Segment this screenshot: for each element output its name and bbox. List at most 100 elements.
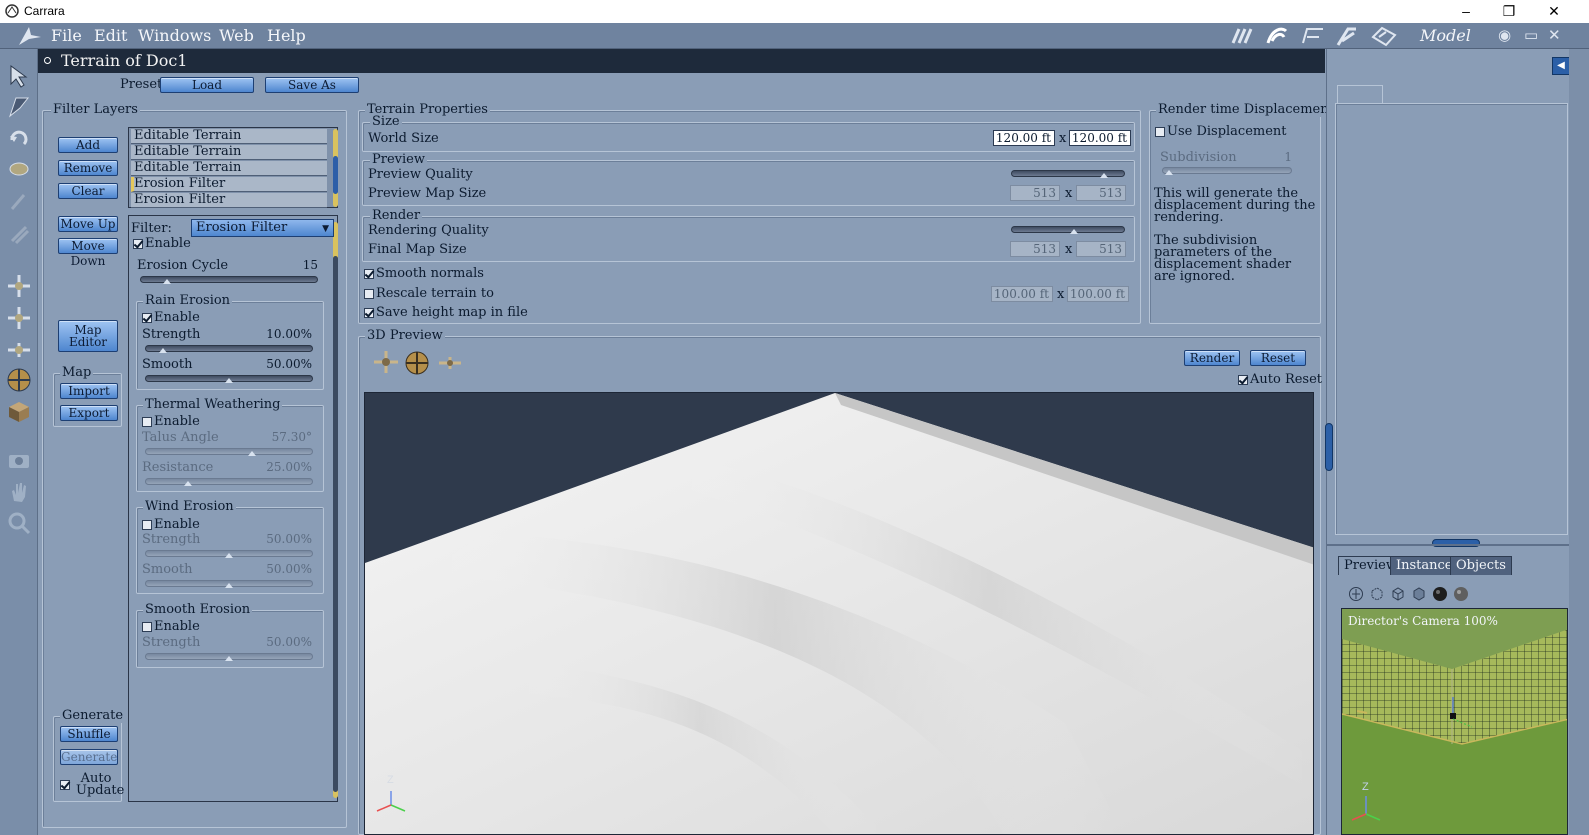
map-import-button[interactable]: Import (60, 383, 118, 399)
sidebar-toggle-icon[interactable]: ◀ (1552, 57, 1570, 75)
maximize-button[interactable]: ❐ (1486, 0, 1532, 23)
terrain-3d-viewport[interactable]: Z (364, 392, 1314, 835)
window-icon[interactable]: ▭ (1524, 26, 1538, 44)
smooth-normals-checkbox[interactable] (364, 269, 374, 279)
preset-save-as-button[interactable]: Save As (265, 77, 359, 93)
generate-button[interactable]: Generate (60, 749, 118, 765)
slider-knob[interactable] (183, 481, 192, 486)
menu-edit[interactable]: Edit (94, 26, 127, 45)
rescale-width-input[interactable]: 100.00 ft (991, 286, 1053, 302)
scale-tool-icon[interactable] (6, 156, 32, 182)
rescale-height-input[interactable]: 100.00 ft (1067, 286, 1129, 302)
hand-pan-icon[interactable] (6, 479, 32, 505)
layer-list-scroll-thumb[interactable] (333, 156, 338, 194)
link-tool-icon[interactable] (6, 189, 32, 215)
auto-reset-checkbox[interactable] (1238, 375, 1248, 385)
rotate-tool-icon[interactable] (6, 126, 32, 152)
tab-objects[interactable]: Objects (1450, 556, 1512, 575)
add-layer-button[interactable]: Add (58, 137, 118, 153)
layer-row-erosion-filter-1[interactable]: Erosion Filter (131, 177, 327, 192)
slider-knob[interactable] (158, 348, 167, 353)
wind-smooth-slider[interactable] (145, 580, 313, 588)
camera-icon[interactable] (6, 447, 32, 473)
map-editor-button[interactable]: Map Editor (58, 320, 118, 352)
panel-collapse-icon[interactable] (44, 57, 51, 64)
preview-map-height-input[interactable]: 513 (1076, 185, 1126, 201)
slider-knob[interactable] (1165, 170, 1173, 175)
filter-enable-checkbox[interactable] (133, 239, 143, 249)
trackball-view-icon[interactable] (404, 350, 430, 376)
room-assemble-icon[interactable] (1229, 25, 1257, 47)
wireframe-icon[interactable] (1390, 586, 1406, 602)
menu-help[interactable]: Help (267, 26, 306, 45)
filter-settings-scroll-thumb[interactable] (333, 256, 338, 792)
room-render-icon[interactable] (1370, 25, 1398, 47)
shuffle-button[interactable]: Shuffle (60, 726, 118, 742)
eye-icon[interactable]: ◉ (1498, 26, 1511, 44)
scene-preview-viewport[interactable]: Director's Camera 100% Z (1341, 608, 1568, 835)
move-down-button[interactable]: Move Down (58, 238, 118, 268)
flat-shaded-icon[interactable] (1411, 586, 1427, 602)
thermal-enable-checkbox[interactable] (142, 417, 152, 427)
smooth-strength-slider[interactable] (145, 653, 313, 661)
resistance-slider[interactable] (145, 478, 313, 486)
close-window-button[interactable]: ✕ (1531, 0, 1577, 23)
rain-enable-checkbox[interactable] (142, 313, 152, 323)
smooth-enable-checkbox[interactable] (142, 622, 152, 632)
use-displacement-checkbox[interactable] (1155, 127, 1165, 137)
room-model-icon[interactable] (1264, 25, 1292, 47)
dolly-icon[interactable] (6, 399, 32, 425)
wind-strength-slider[interactable] (145, 550, 313, 558)
preview-map-width-input[interactable]: 513 (1010, 185, 1060, 201)
map-export-button[interactable]: Export (60, 405, 118, 421)
bounding-box-icon[interactable] (1369, 586, 1385, 602)
rain-strength-slider[interactable] (145, 345, 313, 353)
rendering-quality-slider[interactable] (1011, 226, 1125, 234)
bind-tool-icon[interactable] (6, 221, 32, 247)
world-size-height-input[interactable]: 120.00 ft (1069, 130, 1131, 146)
move-tool-icon[interactable] (6, 94, 32, 120)
room-storyboard-icon[interactable] (1299, 25, 1327, 47)
slider-knob[interactable] (225, 583, 233, 588)
filter-type-select[interactable]: Erosion Filter ▼ (191, 219, 334, 237)
menu-windows[interactable]: Windows (138, 26, 211, 45)
browser-tab-empty[interactable] (1337, 85, 1383, 104)
minimize-button[interactable]: – (1443, 0, 1489, 23)
layer-row-editable-terrain-2[interactable]: Editable Terrain (131, 145, 327, 160)
camera-label[interactable]: Director's Camera 100% (1348, 614, 1498, 628)
auto-update-checkbox[interactable] (60, 780, 70, 790)
menu-file[interactable]: File (51, 26, 82, 45)
layer-row-editable-terrain-3[interactable]: Editable Terrain (131, 161, 327, 176)
navigate-icon[interactable] (1348, 586, 1364, 602)
slider-knob[interactable] (225, 553, 233, 558)
reset-preview-button[interactable]: Reset (1250, 350, 1306, 366)
world-size-width-input[interactable]: 120.00 ft (993, 130, 1055, 146)
pan-view-icon[interactable] (373, 350, 399, 374)
erosion-cycle-slider[interactable] (140, 276, 318, 284)
menu-web[interactable]: Web (219, 26, 254, 45)
move-xy-icon[interactable] (6, 273, 32, 299)
rescale-terrain-checkbox[interactable] (364, 289, 374, 299)
clear-layers-button[interactable]: Clear (58, 183, 118, 199)
slider-knob[interactable] (225, 378, 233, 383)
layer-row-editable-terrain-1[interactable]: Editable Terrain (131, 129, 327, 144)
preset-load-button[interactable]: Load (160, 77, 254, 93)
dolly-view-icon[interactable] (437, 352, 463, 374)
slider-knob[interactable] (1069, 229, 1078, 234)
zoom-magnifier-icon[interactable] (6, 510, 32, 536)
wind-enable-checkbox[interactable] (142, 520, 152, 530)
final-map-height-input[interactable]: 513 (1076, 241, 1126, 257)
move-yz-icon[interactable] (6, 337, 32, 363)
close-room-icon[interactable]: ✕ (1548, 26, 1561, 44)
final-map-width-input[interactable]: 513 (1010, 241, 1060, 257)
remove-layer-button[interactable]: Remove (58, 160, 118, 176)
slider-knob[interactable] (248, 451, 257, 456)
slider-knob[interactable] (225, 656, 233, 661)
save-height-map-checkbox[interactable] (364, 308, 374, 318)
subdivision-slider[interactable] (1162, 167, 1292, 175)
vertical-splitter-handle[interactable] (1325, 423, 1333, 471)
slider-knob[interactable] (163, 279, 172, 284)
move-up-button[interactable]: Move Up (58, 216, 118, 232)
preview-quality-slider[interactable] (1011, 170, 1125, 178)
talus-angle-slider[interactable] (145, 448, 313, 456)
